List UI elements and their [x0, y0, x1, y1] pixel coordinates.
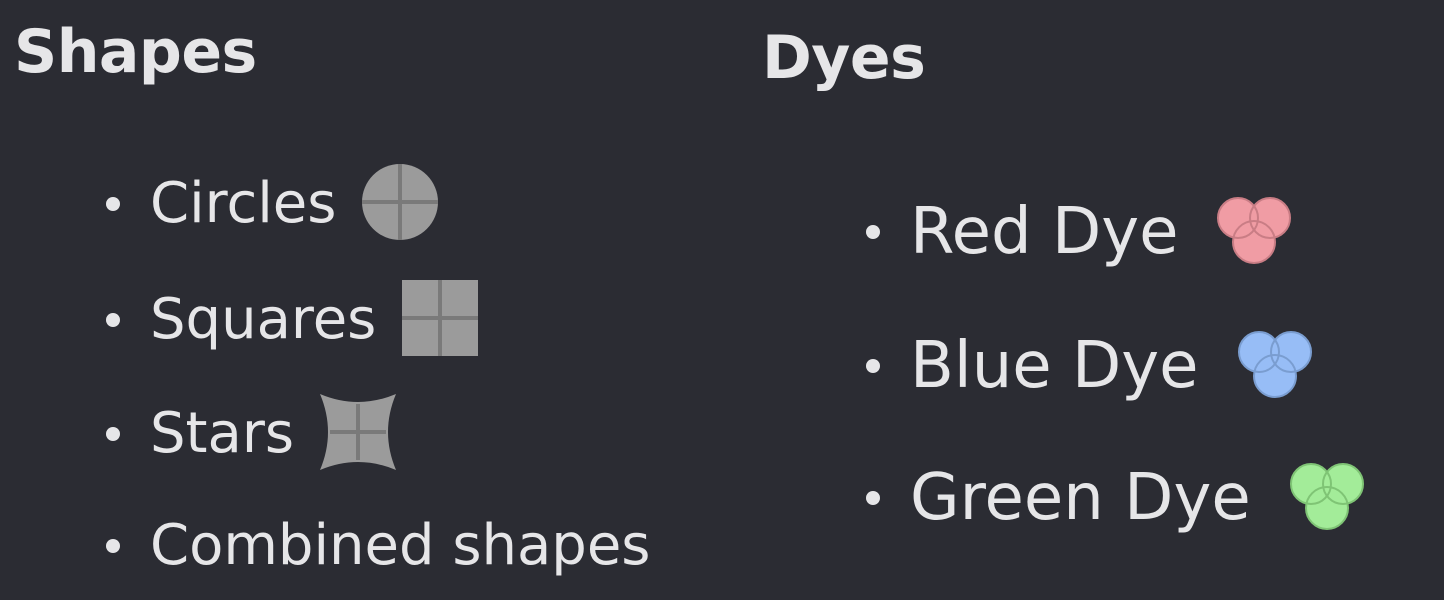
list-item-blue-dye: Blue Dye [866, 326, 1313, 406]
list-item-stars: Stars [106, 394, 398, 474]
bullet [106, 313, 120, 327]
list-item-squares: Squares [106, 280, 480, 360]
bullet [106, 427, 120, 441]
star-icon [318, 392, 398, 476]
circle-icon [360, 162, 440, 246]
list-item-red-dye: Red Dye [866, 192, 1292, 272]
red-dye-icon [1216, 194, 1292, 270]
shapes-list: Circles Squares Stars Combined shapes [106, 0, 746, 600]
bullet [866, 225, 880, 239]
list-item-combined-shapes: Combined shapes [106, 506, 650, 586]
squares-label: Squares [150, 287, 377, 352]
blue-dye-icon [1237, 328, 1313, 404]
dyes-list: Red Dye Blue Dye Green Dye [866, 0, 1436, 600]
list-item-circles: Circles [106, 164, 440, 244]
bullet [106, 539, 120, 553]
red-dye-label: Red Dye [910, 195, 1179, 269]
square-icon [400, 278, 480, 362]
blue-dye-label: Blue Dye [910, 329, 1199, 403]
circles-label: Circles [150, 171, 337, 236]
combined-shapes-label: Combined shapes [150, 513, 651, 578]
bullet [106, 197, 120, 211]
bullet [866, 359, 880, 373]
green-dye-label: Green Dye [910, 461, 1251, 535]
list-item-green-dye: Green Dye [866, 458, 1365, 538]
green-dye-icon [1289, 460, 1365, 536]
bullet [866, 491, 880, 505]
stars-label: Stars [150, 401, 295, 466]
